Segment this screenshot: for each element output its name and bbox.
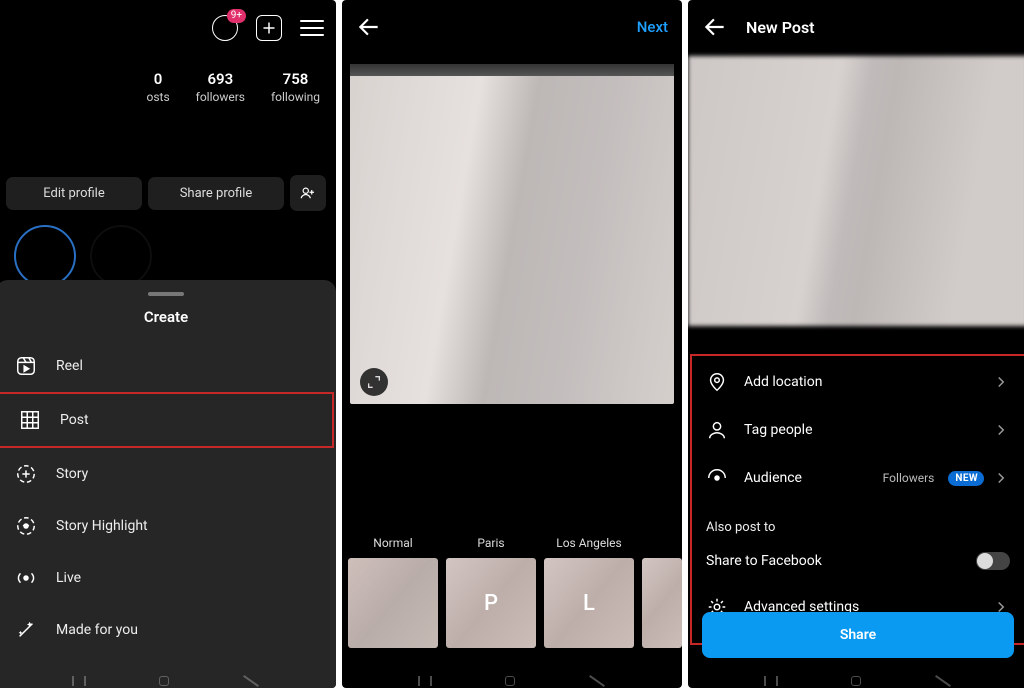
filter-thumb (348, 558, 438, 648)
location-icon (706, 371, 728, 393)
activity-icon[interactable]: 9+ (212, 15, 238, 41)
grid-icon (18, 408, 42, 432)
sheet-item-reel[interactable]: Reel (0, 340, 336, 392)
story-ring[interactable] (14, 225, 76, 287)
person-icon (706, 419, 728, 441)
story-ring[interactable] (90, 225, 152, 287)
share-button[interactable]: Share (702, 612, 1014, 658)
story-highlights (0, 217, 336, 287)
system-nav (688, 674, 1024, 688)
create-sheet: Create Reel Post Story Story Highlight (0, 280, 336, 688)
post-options: Add location Tag people Audience Followe… (690, 354, 1024, 645)
highlight-icon (14, 514, 38, 538)
stat-following[interactable]: 758 following (271, 70, 320, 104)
profile-stats: 0 osts 693 followers 758 following (0, 56, 336, 114)
screen-filter: Next Normal Paris P Los Angeles L (342, 0, 682, 688)
option-label: Add location (744, 374, 822, 390)
option-label: Share to Facebook (706, 553, 822, 569)
chevron-right-icon (992, 469, 1010, 487)
facebook-toggle[interactable] (976, 552, 1010, 570)
sheet-item-made-for-you[interactable]: Made for you (0, 604, 336, 656)
option-location[interactable]: Add location (692, 358, 1024, 406)
chevron-right-icon (992, 373, 1010, 391)
option-label: Audience (744, 470, 802, 486)
magic-icon (14, 618, 38, 642)
back-icon[interactable] (356, 14, 382, 40)
sheet-item-live[interactable]: Live (0, 552, 336, 604)
audience-icon (706, 467, 728, 489)
activity-badge: 9+ (227, 9, 246, 23)
create-icon[interactable] (256, 15, 282, 41)
sheet-title: Create (0, 306, 336, 340)
filter-thumb: L (544, 558, 634, 648)
option-label: Tag people (744, 422, 813, 438)
sheet-item-story[interactable]: Story (0, 448, 336, 500)
sheet-item-label: Story (56, 466, 88, 482)
back-icon[interactable] (702, 14, 728, 40)
share-button-label: Share (840, 627, 876, 643)
menu-icon[interactable] (300, 20, 324, 36)
profile-header: 9+ (0, 0, 336, 56)
page-title: New Post (746, 18, 815, 37)
story-icon (14, 462, 38, 486)
audience-value: Followers (883, 471, 935, 485)
stat-followers[interactable]: 693 followers (196, 70, 245, 104)
screen-newpost: New Post Add location Tag people Audienc… (688, 0, 1024, 688)
new-badge: NEW (948, 471, 984, 486)
image-canvas[interactable] (350, 64, 674, 404)
chevron-right-icon (992, 421, 1010, 439)
filter-more[interactable] (642, 536, 682, 648)
filter-thumb: P (446, 558, 536, 648)
add-people-button[interactable] (290, 175, 326, 211)
reel-icon (14, 354, 38, 378)
filter-normal[interactable]: Normal (348, 536, 438, 648)
option-tag-people[interactable]: Tag people (692, 406, 1024, 454)
filter-label: Paris (477, 536, 504, 558)
filter-la[interactable]: Los Angeles L (544, 536, 634, 648)
next-button[interactable]: Next (637, 18, 668, 36)
filters-row[interactable]: Normal Paris P Los Angeles L (342, 536, 682, 648)
sheet-item-label: Story Highlight (56, 518, 148, 534)
option-facebook[interactable]: Share to Facebook (692, 539, 1024, 583)
expand-icon[interactable] (360, 368, 388, 396)
stat-posts[interactable]: 0 osts (147, 70, 170, 104)
sheet-grabber[interactable] (148, 292, 184, 296)
sheet-item-highlight[interactable]: Story Highlight (0, 500, 336, 552)
filter-header: Next (342, 0, 682, 54)
share-profile-button[interactable]: Share profile (148, 177, 284, 210)
post-preview[interactable] (688, 56, 1024, 326)
filter-thumb (642, 558, 682, 648)
system-nav (342, 674, 682, 688)
sheet-item-label: Reel (56, 358, 83, 374)
filter-label: Los Angeles (556, 536, 622, 558)
sheet-item-label: Post (60, 412, 89, 428)
also-post-title: Also post to (692, 502, 1024, 539)
newpost-header: New Post (688, 0, 1024, 54)
profile-action-row: Edit profile Share profile (0, 155, 336, 217)
filter-label: Normal (373, 536, 412, 558)
filter-paris[interactable]: Paris P (446, 536, 536, 648)
option-audience[interactable]: Audience Followers NEW (692, 454, 1024, 502)
edit-profile-button[interactable]: Edit profile (6, 177, 142, 210)
sheet-item-post[interactable]: Post (0, 392, 334, 448)
sheet-item-label: Live (56, 570, 81, 586)
screen-profile: 9+ 0 osts 693 followers 758 following Ed… (0, 0, 336, 688)
sheet-item-label: Made for you (56, 622, 138, 638)
live-icon (14, 566, 38, 590)
